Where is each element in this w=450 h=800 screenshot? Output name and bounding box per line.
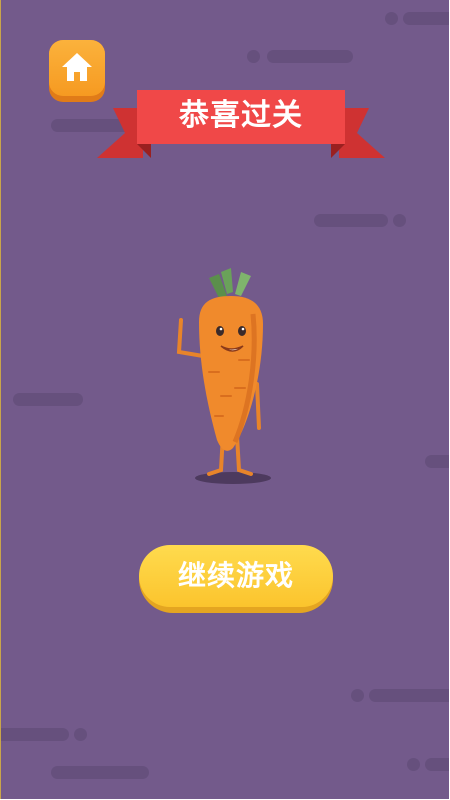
bg-streak	[369, 689, 449, 702]
bg-dot	[407, 758, 420, 771]
bg-streak	[267, 50, 353, 63]
continue-game-button[interactable]: 继续游戏	[139, 545, 333, 613]
title-ribbon: 恭喜过关	[91, 86, 391, 166]
bg-dot	[247, 50, 260, 63]
bg-streak	[1, 728, 69, 741]
carrot-character	[176, 268, 271, 484]
home-icon	[62, 53, 92, 81]
bg-streak	[314, 214, 388, 227]
continue-button-face: 继续游戏	[139, 545, 333, 607]
bg-dot	[393, 214, 406, 227]
bg-streak	[403, 12, 449, 25]
bg-streak	[51, 766, 149, 779]
continue-button-label: 继续游戏	[177, 559, 294, 592]
level-complete-screen: 恭喜过关 继续游戏	[0, 0, 449, 799]
level-complete-title: 恭喜过关	[179, 98, 303, 133]
bg-streak	[425, 758, 449, 771]
bg-streak	[425, 455, 449, 468]
bg-dot	[385, 12, 398, 25]
bg-streak	[13, 393, 83, 406]
bg-dot	[351, 689, 364, 702]
bg-dot	[74, 728, 87, 741]
